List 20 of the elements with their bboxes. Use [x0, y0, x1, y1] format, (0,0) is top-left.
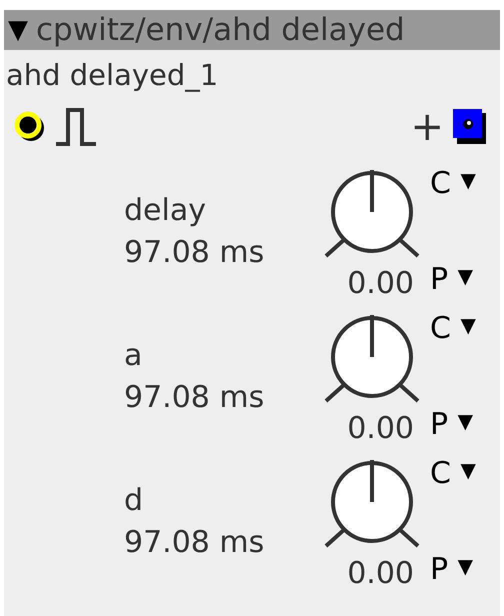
parameter-name: d [124, 482, 144, 520]
parameter-name: a [124, 337, 142, 375]
module-title: cpwitz/env/ahd delayed [36, 12, 405, 48]
instance-name: ahd delayed_1 [5, 57, 220, 92]
parameter-value: 97.08 ms [124, 524, 264, 562]
knob-reading: 0.00 [347, 411, 414, 447]
add-button[interactable]: + [410, 107, 444, 147]
knob-reading: 0.00 [347, 556, 414, 592]
control-dropdown[interactable]: C $^{▼}$ [430, 166, 476, 201]
knob-reading: 0.00 [347, 266, 414, 302]
control-dropdown[interactable]: C $^{▼}$ [430, 456, 476, 491]
parameter-dropdown[interactable]: P $^{▼}$ [430, 552, 474, 587]
control-dropdown[interactable]: C $^{▼}$ [430, 311, 476, 346]
parameter-value: 97.08 ms [124, 234, 264, 272]
parameter-value: 97.08 ms [124, 379, 264, 417]
parameter-dropdown[interactable]: P $^{▼}$ [430, 262, 474, 297]
parameter-name: delay [124, 192, 206, 230]
port-icon[interactable] [452, 108, 488, 146]
collapse-toggle[interactable]: ▼ [8, 15, 28, 45]
parameter-dropdown[interactable]: P $^{▼}$ [430, 407, 474, 442]
